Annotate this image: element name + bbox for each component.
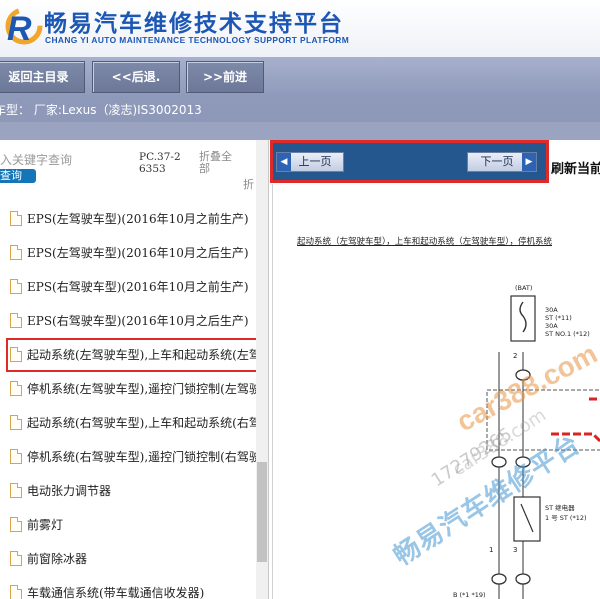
- document-icon: [10, 585, 22, 599]
- pager-bar: ◀ 上一页 下一页 ▶: [270, 140, 549, 183]
- label-bottom: B (*1 *19): [453, 591, 486, 599]
- tree-item-label: 起动系统(左驾驶车型),上车和起动系统(左驾驶车型): [27, 348, 264, 362]
- label-pin-1: 1: [489, 546, 494, 554]
- label-fuse-30a-2: 30A: [545, 322, 558, 330]
- query-button[interactable]: 查询: [0, 169, 36, 183]
- nav-bar: 返回主目录 <<后退. >>前进: [0, 57, 600, 98]
- tree-item[interactable]: 电动张力调节器: [0, 474, 256, 508]
- fold-all-button[interactable]: 折叠全部: [199, 151, 241, 175]
- pc-code: PC.37-26353: [139, 151, 181, 175]
- document-icon: [10, 551, 22, 566]
- tree-item[interactable]: 前雾灯: [0, 508, 256, 542]
- left-scroll-thumb[interactable]: [257, 462, 267, 562]
- vehicle-bar: 车型： 厂家:Lexus（凌志)IS3002013: [0, 98, 600, 122]
- document-icon: [10, 415, 22, 430]
- label-fuse-30a: 30A: [545, 306, 558, 314]
- tree-item[interactable]: 起动系统(右驾驶车型),上车和起动系统(右驾驶车型): [0, 406, 256, 440]
- label-pin-3: 3: [513, 546, 518, 554]
- document-icon: [10, 313, 22, 328]
- tree-item-label: EPS(右驾驶车型)(2016年10月之前生产): [27, 280, 249, 294]
- app-header: R 畅易汽车维修技术支持平台 CHANG YI AUTO MAINTENANCE…: [0, 0, 600, 57]
- tree-item[interactable]: 停机系统(左驾驶车型),遥控门锁控制(左驾驶车型): [0, 372, 256, 406]
- tree-item-label: 前窗除冰器: [27, 552, 88, 566]
- tree-item[interactable]: 起动系统(左驾驶车型),上车和起动系统(左驾驶车型): [6, 338, 264, 372]
- prev-page-button[interactable]: ◀ 上一页: [276, 152, 344, 172]
- document-icon: [10, 211, 22, 226]
- fold-edge-label: 折: [243, 178, 254, 191]
- label-fuse-st: ST (*11): [545, 314, 572, 322]
- tree-item[interactable]: EPS(左驾驶车型)(2016年10月之后生产): [0, 236, 256, 270]
- label-relay-st: ST 继电器: [545, 504, 575, 512]
- next-page-label: 下一页: [480, 155, 514, 168]
- tree-item[interactable]: EPS(右驾驶车型)(2016年10月之前生产): [0, 270, 256, 304]
- tree-item-label: EPS(右驾驶车型)(2016年10月之后生产): [27, 314, 249, 328]
- tree-item-label: 电动张力调节器: [27, 484, 112, 498]
- document-icon: [10, 347, 22, 362]
- document-icon: [10, 245, 22, 260]
- tree-item-label: 前雾灯: [27, 518, 64, 532]
- label-relay-no: 1 号 ST (*12): [545, 514, 587, 522]
- forward-button[interactable]: >>前进: [186, 61, 264, 93]
- document-icon: [10, 381, 22, 396]
- vehicle-info: 车型： 厂家:Lexus（凌志)IS3002013: [0, 103, 202, 117]
- arrow-left-icon: ◀: [277, 153, 291, 171]
- toolbar-spacer: [0, 122, 600, 140]
- prev-page-label: 上一页: [298, 155, 332, 168]
- tree-item[interactable]: 车载通信系统(带车载通信收发器): [0, 576, 256, 599]
- tree-item-label: 车载通信系统(带车载通信收发器): [27, 586, 205, 599]
- tree-item[interactable]: 停机系统(右驾驶车型),遥控门锁控制(右驾驶车型): [0, 440, 256, 474]
- search-input[interactable]: [0, 153, 100, 167]
- tree-item-label: 停机系统(左驾驶车型),遥控门锁控制(左驾驶车型): [27, 382, 256, 396]
- arrow-right-icon: ▶: [522, 153, 536, 171]
- refresh-button[interactable]: 刷新当前: [551, 158, 600, 177]
- tree-item[interactable]: EPS(左驾驶车型)(2016年10月之前生产): [0, 202, 256, 236]
- tree-item[interactable]: 前窗除冰器: [0, 542, 256, 576]
- logo-icon: R: [5, 7, 43, 48]
- label-pin-2: 2: [513, 352, 518, 360]
- next-page-button[interactable]: 下一页 ▶: [467, 152, 537, 172]
- label-bat: (BAT): [515, 284, 533, 292]
- svg-text:R: R: [7, 10, 32, 48]
- tree-item-label: EPS(左驾驶车型)(2016年10月之后生产): [27, 246, 249, 260]
- tree-item-label: EPS(左驾驶车型)(2016年10月之前生产): [27, 212, 249, 226]
- document-icon: [10, 483, 22, 498]
- tree-item-label: 停机系统(右驾驶车型),遥控门锁控制(右驾驶车型): [27, 450, 256, 464]
- document-icon: [10, 517, 22, 532]
- tree-item[interactable]: EPS(右驾驶车型)(2016年10月之后生产): [0, 304, 256, 338]
- document-icon: [10, 279, 22, 294]
- home-button[interactable]: 返回主目录: [0, 61, 85, 93]
- right-panel: ◀ 上一页 下一页 ▶ 刷新当前 起动系统（左驾驶车型），上车和起动系统（左驾驶…: [270, 140, 600, 599]
- label-fuse-st-no1: ST NO.1 (*12): [545, 330, 590, 338]
- back-button[interactable]: <<后退.: [92, 61, 180, 93]
- tree-item-label: 起动系统(右驾驶车型),上车和起动系统(右驾驶车型): [27, 416, 256, 430]
- document-icon: [10, 449, 22, 464]
- left-panel: 查询 PC.37-26353 折叠全部 折 EPS(左驾驶车型)(2016年10…: [0, 140, 269, 599]
- app-subtitle: CHANG YI AUTO MAINTENANCE TECHNOLOGY SUP…: [45, 35, 350, 45]
- app-title: 畅易汽车维修技术支持平台: [44, 11, 344, 37]
- tree-list: EPS(左驾驶车型)(2016年10月之前生产) EPS(左驾驶车型)(2016年…: [0, 202, 264, 599]
